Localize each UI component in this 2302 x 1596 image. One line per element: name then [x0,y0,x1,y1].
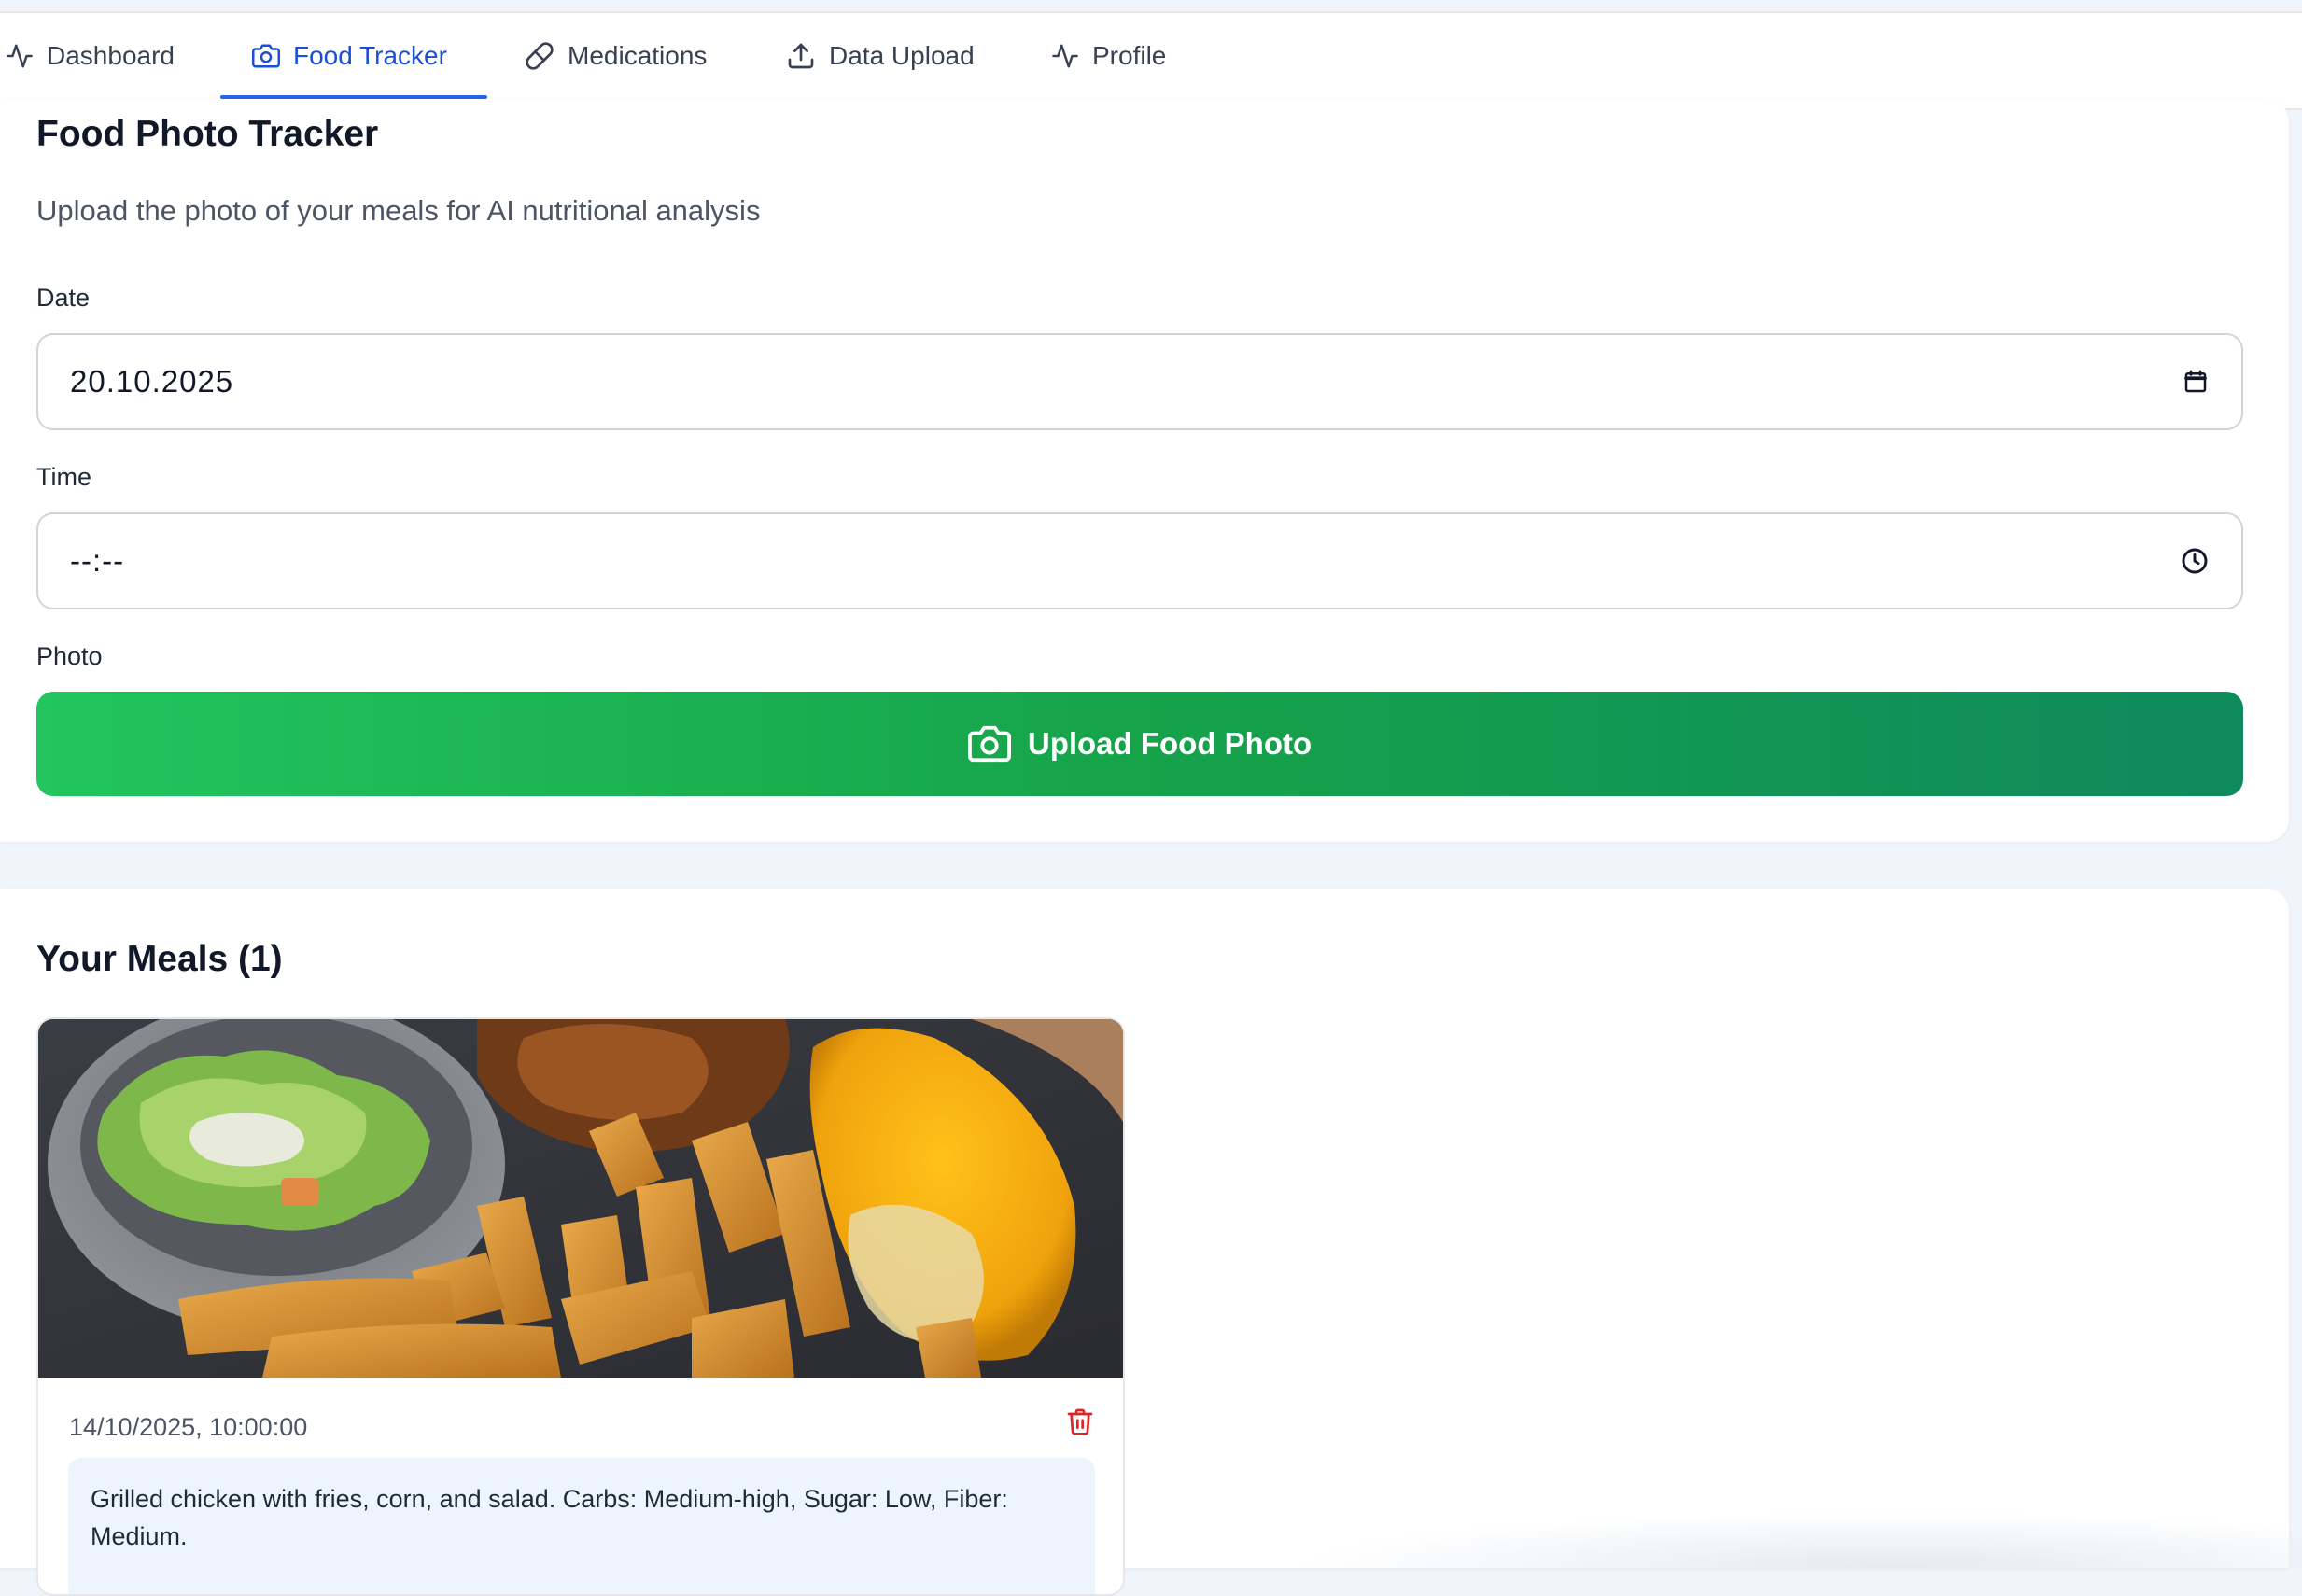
tab-label: Dashboard [47,41,175,70]
tab-label: Data Upload [829,41,975,70]
page-title: Food Photo Tracker [36,114,379,154]
top-nav: Dashboard Food Tracker Medications Data … [0,11,2302,110]
date-value: 20.10.2025 [70,364,234,399]
upload-icon [788,43,814,69]
time-input[interactable]: --:-- [36,512,2243,609]
tab-label: Medications [568,41,708,70]
date-input[interactable]: 20.10.2025 [36,333,2243,430]
meal-card: 14/10/2025, 10:00:00 Grilled chicken wit… [36,1017,1125,1596]
time-label: Time [36,463,91,491]
meals-title: Your Meals (1) [36,939,283,979]
tab-profile[interactable]: Profile [1051,13,1166,99]
tab-medications[interactable]: Medications [525,13,707,99]
trash-icon [1067,1408,1093,1435]
meal-photo[interactable] [38,1019,1123,1378]
tab-food-tracker[interactable]: Food Tracker [252,13,447,99]
calendar-icon[interactable] [2182,368,2210,396]
page-subtitle: Upload the photo of your meals for AI nu… [36,194,761,227]
date-label: Date [36,284,91,312]
food-tracker-card: Food Photo Tracker Upload the photo of y… [0,99,2289,842]
meal-analysis: Grilled chicken with fries, corn, and sa… [68,1458,1095,1594]
upload-button-label: Upload Food Photo [1027,726,1312,761]
meals-card: Your Meals (1) 14/10/2025, 10:00:00 Gril… [0,889,2289,1596]
upload-food-photo-button[interactable]: Upload Food Photo [36,692,2243,796]
tab-data-upload[interactable]: Data Upload [786,13,975,99]
tab-label: Profile [1092,41,1167,70]
camera-icon [967,725,1011,763]
camera-icon [252,44,280,68]
tab-label: Food Tracker [293,41,447,70]
time-value: --:-- [70,543,125,578]
clock-icon[interactable] [2180,546,2210,576]
meal-timestamp: 14/10/2025, 10:00:00 [69,1413,308,1441]
delete-meal-button[interactable] [1065,1406,1095,1437]
pill-icon [526,42,554,70]
activity-icon [1052,44,1078,68]
photo-label: Photo [36,642,103,670]
activity-icon [7,44,33,68]
tab-dashboard[interactable]: Dashboard [6,13,175,99]
